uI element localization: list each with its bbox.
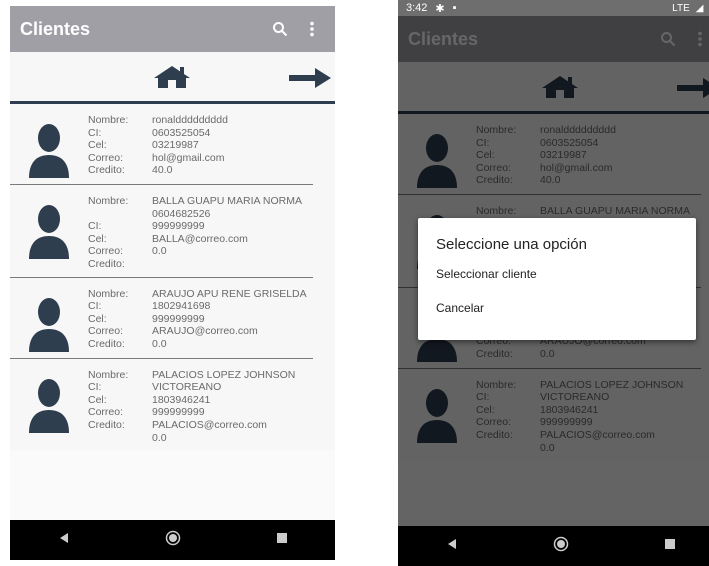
system-nav-bar: [398, 526, 709, 566]
app-bar: Clientes: [10, 6, 335, 52]
phone-screen-dialog: 3:42 ✱ ▪ LTE ◢ ▮ Clientes: [398, 0, 709, 566]
label-correo: Correo:: [88, 245, 124, 258]
client-cel: 999999999: [152, 312, 205, 325]
label-credito: Credito:: [88, 337, 125, 350]
recents-icon[interactable]: [664, 537, 676, 555]
status-time: 3:42: [406, 2, 428, 14]
signal-label: LTE: [672, 2, 690, 14]
client-cel: 999999999: [152, 406, 205, 419]
label-cel: Cel:: [88, 139, 107, 152]
client-cel: 999999999: [152, 220, 205, 233]
home-button-icon[interactable]: [165, 530, 181, 551]
back-icon[interactable]: [58, 531, 70, 549]
client-nombre: PALACIOS LOPEZ JOHNSON VICTOREANO: [152, 368, 296, 394]
list-item[interactable]: Nombre: CI: Cel: Correo: Credito: ARAUJO…: [10, 278, 313, 359]
client-ci: 0603525054: [152, 126, 211, 139]
avatar-icon: [10, 195, 80, 271]
label-cel: Cel:: [88, 393, 107, 406]
label-ci: CI:: [88, 126, 102, 139]
arrow-right-icon[interactable]: [289, 68, 331, 93]
home-button-icon[interactable]: [553, 536, 569, 557]
client-credito: 0.0: [152, 245, 167, 258]
client-ci: 1803946241: [152, 393, 211, 406]
client-ci: 0604682526: [152, 207, 211, 220]
label-correo: Correo:: [88, 325, 124, 338]
options-dialog: Seleccione una opción Seleccionar client…: [418, 218, 696, 340]
label-credito: Credito:: [88, 164, 125, 177]
client-nombre: ARAUJO APU RENE GRISELDA: [152, 287, 307, 300]
status-bar: 3:42 ✱ ▪ LTE ◢ ▮: [398, 0, 709, 16]
recents-icon[interactable]: [276, 531, 288, 549]
client-nombre: BALLA GUAPU MARIA NORMA: [152, 195, 302, 207]
sd-card-icon: ▪: [452, 2, 457, 14]
back-icon[interactable]: [446, 537, 458, 555]
label-credito: Credito:: [88, 257, 125, 270]
phone-screen-list: Clientes Nombre: CI: Cel: Correo: Credit…: [10, 6, 335, 560]
label-correo: Correo:: [88, 406, 124, 419]
label-credito: Credito:: [88, 418, 125, 431]
settings-icon: ✱: [435, 2, 445, 15]
client-credito: 0.0: [152, 337, 167, 350]
home-icon[interactable]: [152, 64, 192, 95]
app-title: Clientes: [20, 18, 91, 39]
list-item[interactable]: Nombre: CI: Cel: Correo: Credito: BALLA …: [10, 185, 313, 278]
signal-icon: ◢: [695, 2, 704, 14]
avatar-icon: [10, 369, 80, 445]
client-credito: 0.0: [152, 431, 167, 444]
cancel-option[interactable]: Cancelar: [418, 301, 696, 315]
label-ci: CI:: [88, 381, 102, 394]
list-item[interactable]: Nombre: CI: Cel: Correo: Credito: PALACI…: [10, 359, 313, 451]
label-nombre: Nombre:: [88, 368, 129, 381]
search-icon[interactable]: [267, 16, 293, 42]
client-nombre: ronalddddddddd: [152, 114, 228, 126]
list-item[interactable]: Nombre: CI: Cel: Correo: Credito: ronald…: [10, 104, 313, 185]
client-list: Nombre: CI: Cel: Correo: Credito: ronald…: [10, 104, 335, 451]
client-cel: 03219987: [152, 139, 199, 152]
more-vert-icon[interactable]: [299, 16, 325, 42]
client-credito: 40.0: [152, 164, 173, 177]
system-nav-bar: [10, 520, 335, 560]
label-ci: CI:: [88, 220, 102, 233]
avatar-icon: [10, 114, 80, 178]
client-correo: ARAUJO@correo.com: [152, 325, 258, 338]
client-correo: hol@gmail.com: [152, 151, 225, 164]
label-cel: Cel:: [88, 232, 107, 245]
label-nombre: Nombre:: [88, 195, 129, 207]
avatar-icon: [10, 288, 80, 352]
client-ci: 1802941698: [152, 300, 211, 313]
client-correo: BALLA@correo.com: [152, 232, 248, 245]
dialog-title: Seleccione una opción: [436, 236, 587, 253]
label-nombre: Nombre:: [88, 287, 129, 300]
label-correo: Correo:: [88, 151, 124, 164]
label-cel: Cel:: [88, 312, 107, 325]
label-nombre: Nombre:: [88, 114, 129, 126]
client-correo: PALACIOS@correo.com: [152, 418, 267, 431]
nav-row: [10, 52, 335, 104]
select-client-option[interactable]: Seleccionar cliente: [418, 267, 696, 281]
label-ci: CI:: [88, 300, 102, 313]
